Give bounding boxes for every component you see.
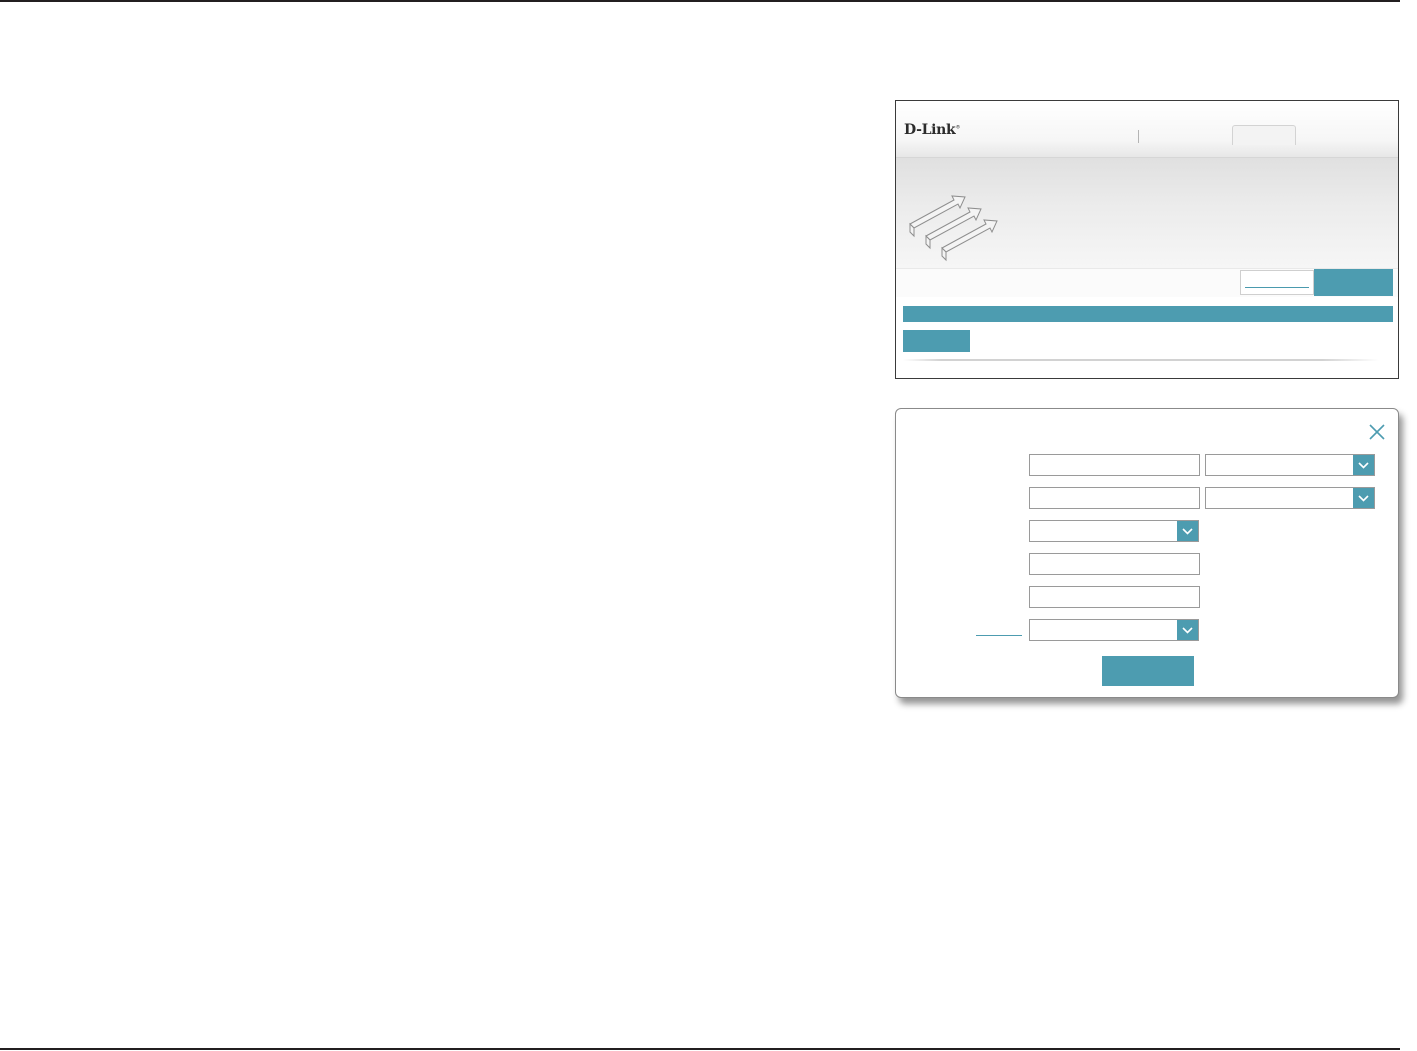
chevron-down-icon [1353, 488, 1374, 508]
dropdown-4[interactable] [1029, 619, 1199, 641]
page-toolbar [896, 268, 1398, 297]
close-icon[interactable] [1368, 423, 1386, 441]
stacked-arrows-icon [909, 195, 998, 262]
dropdown-3[interactable] [1029, 520, 1199, 542]
page-top-rule [0, 0, 1400, 2]
section-header-bar [903, 306, 1393, 322]
header-divider [1138, 130, 1139, 143]
router-ui-screenshot: D-Link® [895, 100, 1399, 379]
section-action-button[interactable] [903, 330, 970, 352]
chevron-down-icon [1177, 620, 1198, 640]
toolbar-link[interactable] [1240, 270, 1314, 295]
dlink-logo: D-Link® [904, 122, 961, 138]
router-header: D-Link® [896, 101, 1398, 158]
settings-dialog [895, 408, 1399, 698]
chevron-down-icon [1353, 455, 1374, 475]
text-input-4[interactable] [1029, 586, 1200, 608]
page-bottom-rule [0, 1048, 1400, 1050]
chevron-down-icon [1177, 521, 1198, 541]
header-menu-tab[interactable] [1232, 125, 1296, 145]
save-button[interactable] [1102, 656, 1194, 686]
text-input-2[interactable] [1029, 487, 1200, 509]
field-label-link[interactable] [976, 635, 1022, 636]
toolbar-link-underline [1245, 287, 1309, 288]
text-input-3[interactable] [1029, 553, 1200, 575]
page-banner [896, 158, 1398, 268]
dropdown-2[interactable] [1205, 487, 1375, 509]
dropdown-1[interactable] [1205, 454, 1375, 476]
toolbar-button[interactable] [1314, 269, 1393, 296]
section-divider [903, 359, 1379, 361]
text-input-1[interactable] [1029, 454, 1200, 476]
